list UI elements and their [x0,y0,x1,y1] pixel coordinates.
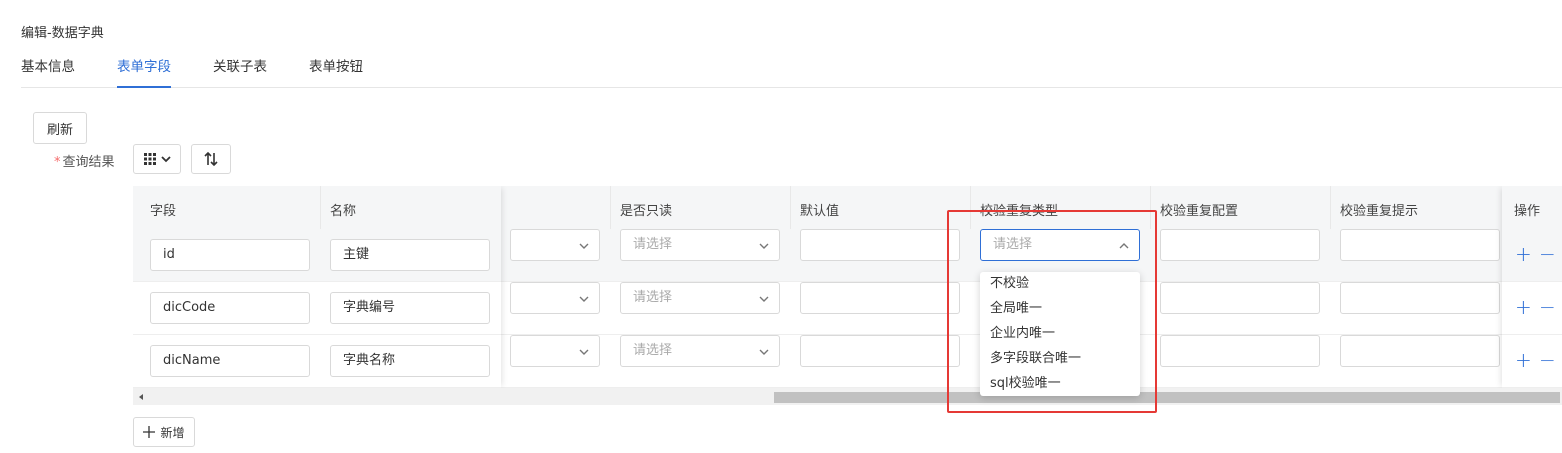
query-result-text: 查询结果 [62,155,115,170]
readonly-select[interactable]: 请选择 [620,282,780,314]
col-header-dup-hint: 校验重复提示 [1340,204,1419,219]
dropdown-option[interactable]: 全局唯一 [980,298,1140,323]
sort-button[interactable] [191,144,231,174]
col-header-name: 名称 [330,204,357,219]
col-header-readonly: 是否只读 [620,204,673,219]
chevron-down-icon [759,243,769,249]
remove-row-icon[interactable]: − [1539,297,1556,317]
col-header-default: 默认值 [800,204,840,219]
horizontal-scrollbar[interactable] [133,388,1562,405]
fixed-left-columns: 字段 名称 id 主键 dicCode 字典编号 dicName 字典名称 [133,186,501,388]
chevron-down-icon [759,349,769,355]
name-input[interactable]: 主键 [330,239,490,271]
column-settings-button[interactable] [133,144,181,174]
remove-row-icon[interactable]: − [1539,244,1556,264]
col-header-field: 字段 [150,204,177,219]
fixed-right-columns: 操作 + − + − + − [1502,186,1562,388]
dup-type-select[interactable]: 请选择 [980,229,1140,261]
tab-basic-info[interactable]: 基本信息 [21,58,75,76]
dup-config-input[interactable] [1160,229,1320,261]
col-header-ops: 操作 [1514,204,1541,219]
add-row-icon[interactable]: + [1515,350,1532,370]
scrollbar-thumb[interactable] [774,392,1560,403]
default-value-input[interactable] [800,335,960,367]
field-input[interactable]: dicName [150,345,310,377]
dup-hint-input[interactable] [1340,282,1500,314]
page-title: 编辑-数据字典 [21,26,104,41]
default-value-input[interactable] [800,229,960,261]
sort-icon [204,151,218,167]
col-header-dup-config: 校验重复配置 [1160,204,1239,219]
dropdown-option[interactable]: sql校验唯一 [980,373,1140,398]
add-field-label: 新增 [160,425,185,440]
readonly-select[interactable]: 请选择 [620,335,780,367]
select-hidden-col[interactable] [510,335,600,367]
readonly-select[interactable]: 请选择 [620,229,780,261]
fields-table: 字段 名称 是否只读 默认值 校验重复类型 校验重复配置 校验重复提示 请选择 … [133,186,1562,405]
dup-type-dropdown: 不校验 全局唯一 企业内唯一 多字段联合唯一 sql校验唯一 [980,272,1140,396]
chevron-down-icon [759,296,769,302]
default-value-input[interactable] [800,282,960,314]
dropdown-option[interactable]: 多字段联合唯一 [980,348,1140,373]
dup-hint-input[interactable] [1340,335,1500,367]
add-row-icon[interactable]: + [1515,297,1532,317]
select-hidden-col[interactable] [510,229,600,261]
field-input[interactable]: id [150,239,310,271]
dropdown-option[interactable]: 企业内唯一 [980,323,1140,348]
tab-form-buttons[interactable]: 表单按钮 [309,58,363,76]
remove-row-icon[interactable]: − [1539,350,1556,370]
dup-config-input[interactable] [1160,282,1320,314]
required-star: * [54,155,61,170]
scroll-left-arrow-icon[interactable] [139,394,143,400]
add-row-icon[interactable]: + [1515,244,1532,264]
tab-related-subtable[interactable]: 关联子表 [213,58,267,76]
refresh-button[interactable]: 刷新 [33,112,87,144]
query-result-label: * 查询结果 [54,151,115,170]
plus-icon [143,426,156,438]
col-header-dup-type: 校验重复类型 [980,204,1059,219]
name-input[interactable]: 字典名称 [330,345,490,377]
select-hidden-col[interactable] [510,282,600,314]
dropdown-option[interactable]: 不校验 [980,273,1140,298]
name-input[interactable]: 字典编号 [330,292,490,324]
field-input[interactable]: dicCode [150,292,310,324]
grid-icon [143,153,156,165]
add-field-button[interactable]: 新增 [133,417,195,447]
tab-bar: 基本信息 表单字段 关联子表 表单按钮 [21,58,1562,88]
chevron-up-icon [1119,243,1129,249]
chevron-down-icon [160,156,171,163]
dup-hint-input[interactable] [1340,229,1500,261]
tab-form-fields[interactable]: 表单字段 [117,58,171,88]
dup-config-input[interactable] [1160,335,1320,367]
